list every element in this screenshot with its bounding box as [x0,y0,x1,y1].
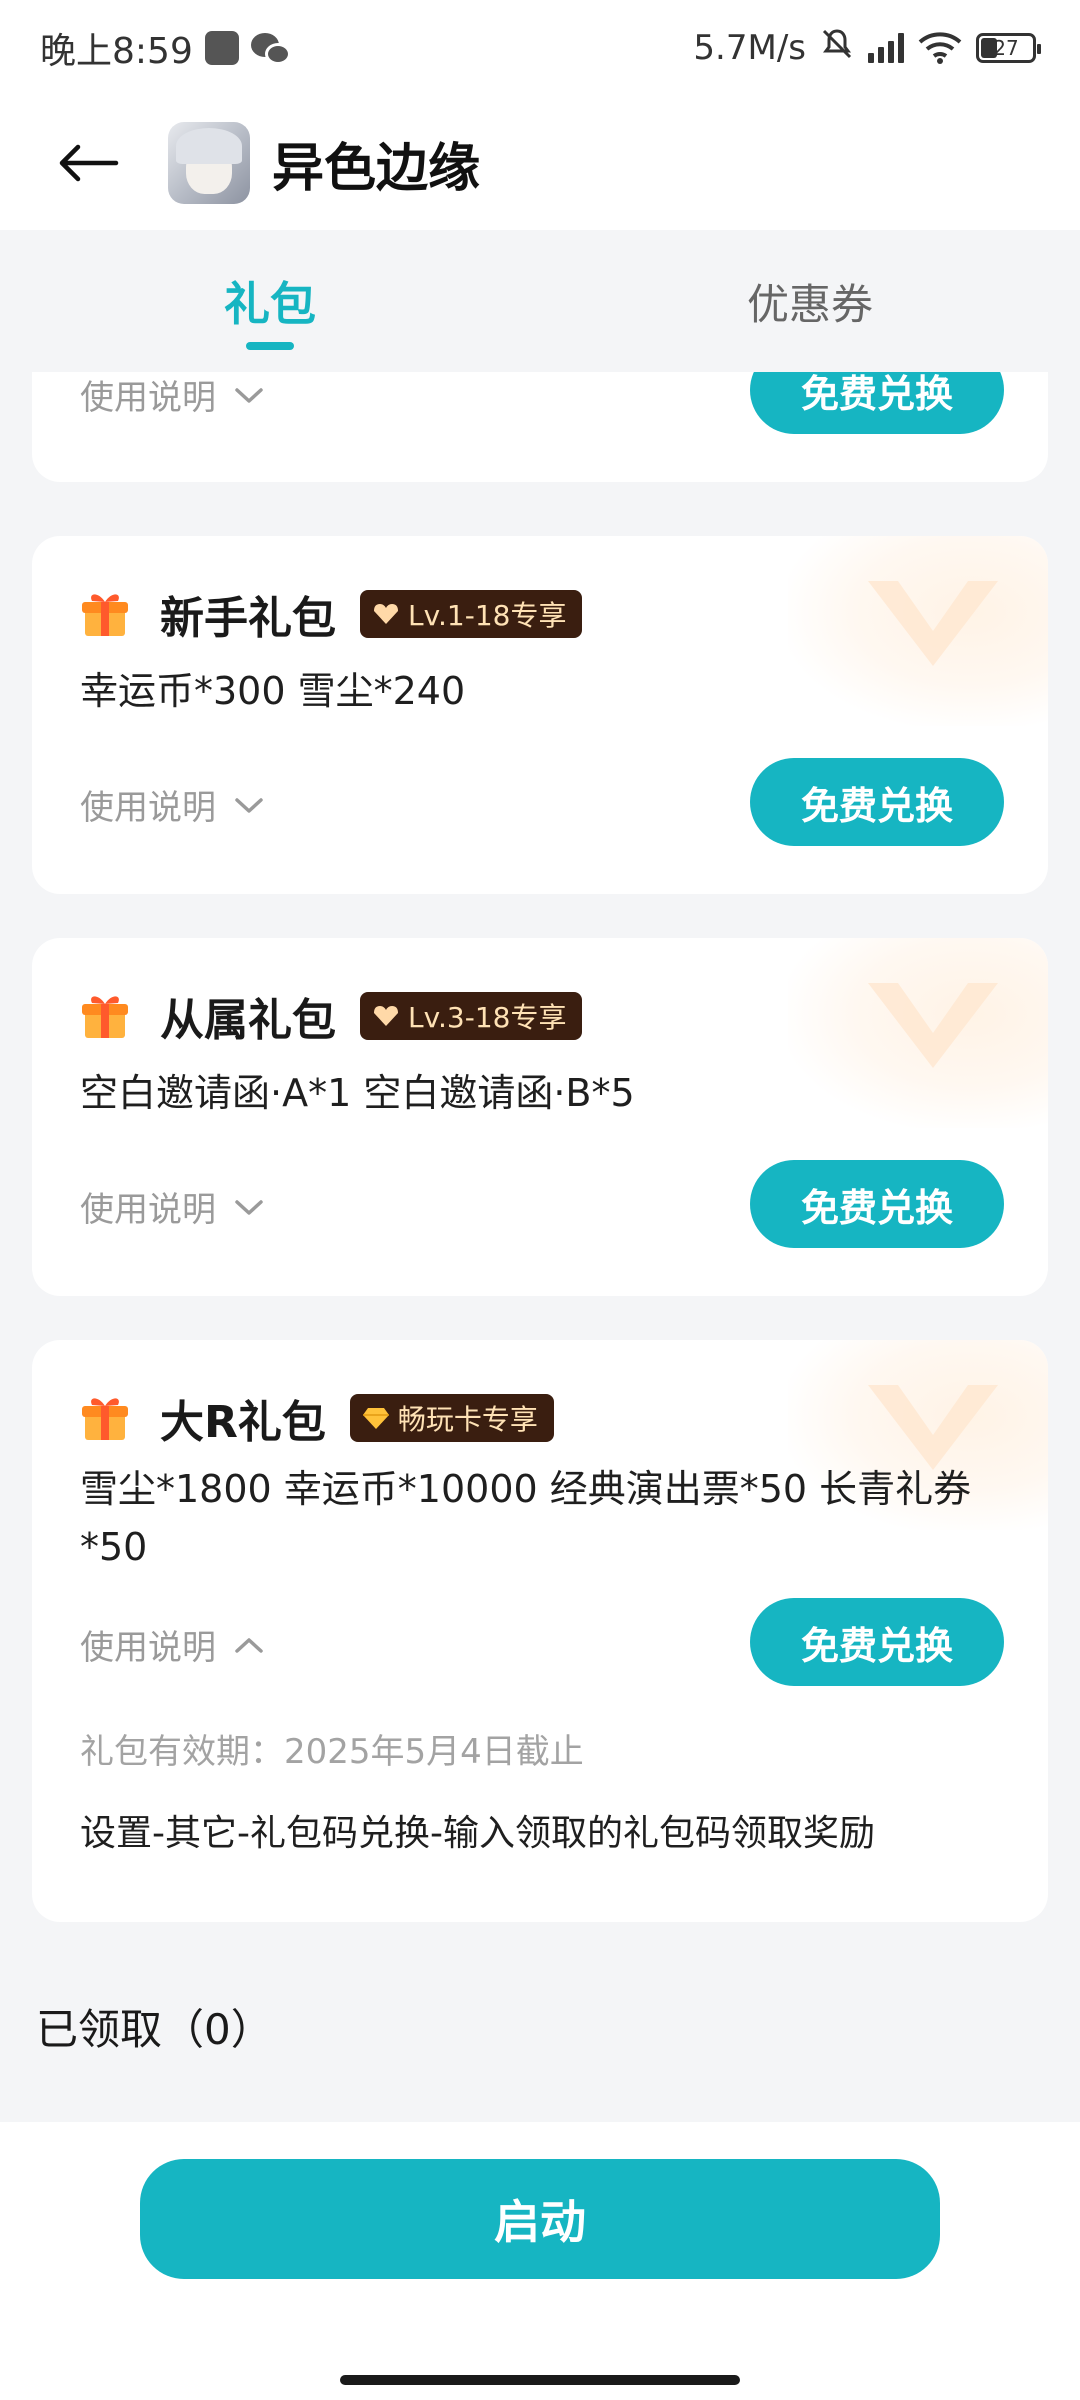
gift-card: 使用说明 免费兑换 [32,372,1048,482]
gift-box-icon [80,589,130,639]
battery-level: 27 [993,36,1019,60]
tab-active-indicator [246,342,294,350]
usage-label: 使用说明 [80,1190,216,1230]
validity-text: 礼包有效期：2025年5月4日截止 [80,1732,584,1772]
card-header: 新手礼包 Lv.1-18专享 [80,582,583,646]
diamond-icon [362,1408,389,1429]
home-indicator[interactable] [340,2375,740,2385]
page-title: 异色边缘 [272,138,481,199]
usage-toggle[interactable]: 使用说明 [80,1620,264,1669]
gift-card: 大R礼包 畅玩卡专享 雪尘*1800 幸运币*10000 经典演出票*50 长青… [32,1340,1048,1922]
usage-label: 使用说明 [80,788,216,828]
tab-bar: 礼包 优惠券 [0,230,1080,372]
gift-card: 从属礼包 Lv.3-18专享 空白邀请函·A*1 空白邀请函·B*5 使用说明 … [32,938,1048,1296]
mute-bell-icon [820,27,854,70]
chevron-down-icon [235,1199,263,1215]
tab-label: 优惠券 [746,279,873,329]
status-left: 晚上8:59 [40,22,291,74]
gift-box-icon [80,991,130,1041]
usage-toggle[interactable]: 使用说明 [80,1182,264,1231]
badge-text: Lv.1-18专享 [408,599,567,632]
redeem-button[interactable]: 免费兑换 [750,1598,1004,1686]
network-speed: 5.7M/s [693,28,806,68]
level-badge: Lv.3-18专享 [360,992,583,1040]
heart-diamond-icon [374,1006,398,1026]
signal-icon [868,33,904,63]
gift-box-icon [80,1393,130,1443]
back-button[interactable] [28,96,148,230]
heart-diamond-icon [374,604,398,624]
redeem-button[interactable]: 免费兑换 [750,1160,1004,1248]
chevron-down-icon [235,387,263,403]
status-right: 5.7M/s 27 [693,27,1041,70]
tab-label: 礼包 [224,277,316,331]
usage-toggle[interactable]: 使用说明 [80,780,264,829]
bottom-bar: 启动 [0,2122,1080,2400]
gift-title: 从属礼包 [160,995,336,1046]
badge-text: Lv.3-18专享 [408,1001,567,1034]
usage-label: 使用说明 [80,378,216,418]
wifi-icon [918,32,962,64]
gift-items: 空白邀请函·A*1 空白邀请函·B*5 [80,1071,635,1115]
app-header: 异色边缘 [0,96,1080,230]
game-avatar [168,122,250,204]
notification-app-icon [204,31,239,65]
gift-items: 雪尘*1800 幸运币*10000 经典演出票*50 长青礼券*50 [80,1467,972,1569]
tab-gift-packs[interactable]: 礼包 [0,230,540,372]
claimed-section-title: 已领取（0） [36,2005,273,2054]
tab-coupons[interactable]: 优惠券 [540,230,1080,372]
status-bar: 晚上8:59 5.7M/s 27 [0,0,1080,96]
usage-label: 使用说明 [80,1628,216,1668]
gift-title: 大R礼包 [160,1397,326,1448]
back-arrow-icon [59,144,119,182]
usage-instructions: 设置-其它-礼包码兑换-输入领取的礼包码领取奖励 [80,1813,875,1854]
chevron-down-icon [235,797,263,813]
gift-list[interactable]: 使用说明 免费兑换 新手礼包 Lv.1-18专享 幸运币*300 雪尘*240 … [0,372,1080,2122]
card-header: 大R礼包 畅玩卡专享 [80,1386,554,1450]
launch-button[interactable]: 启动 [140,2159,940,2279]
gift-title: 新手礼包 [160,593,336,644]
badge-text: 畅玩卡专享 [397,1403,538,1436]
wechat-notification-icon [250,31,291,65]
redeem-button[interactable]: 免费兑换 [750,372,1004,434]
status-time: 晚上8:59 [40,31,193,72]
usage-toggle[interactable]: 使用说明 [80,372,264,419]
chevron-up-icon [235,1637,263,1653]
gift-card: 新手礼包 Lv.1-18专享 幸运币*300 雪尘*240 使用说明 免费兑换 [32,536,1048,894]
vip-badge: 畅玩卡专享 [349,1394,554,1442]
level-badge: Lv.1-18专享 [360,590,583,638]
card-header: 从属礼包 Lv.3-18专享 [80,984,583,1048]
redeem-button[interactable]: 免费兑换 [750,758,1004,846]
gift-items: 幸运币*300 雪尘*240 [80,669,466,713]
battery-icon: 27 [976,33,1041,63]
